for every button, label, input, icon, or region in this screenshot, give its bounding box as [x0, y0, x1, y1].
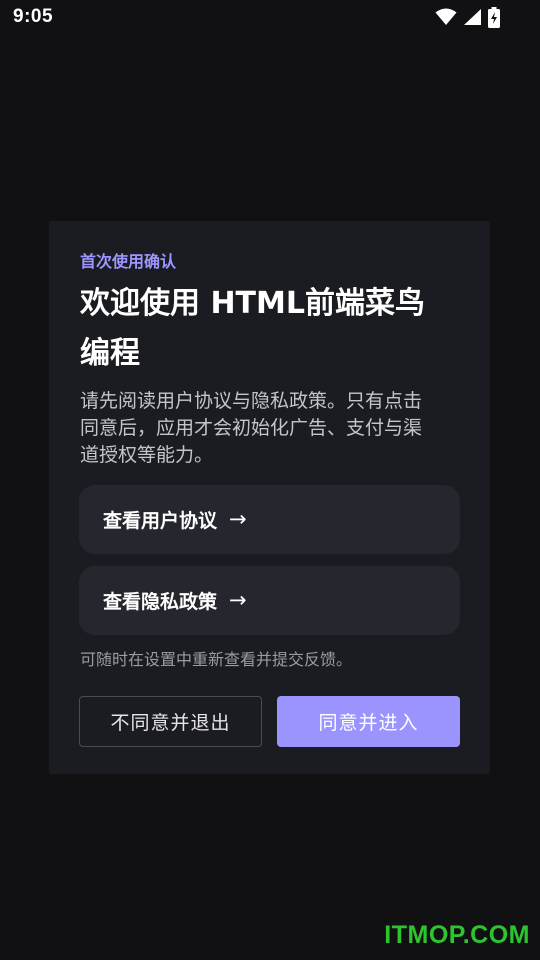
view-terms-label: 查看用户协议	[103, 510, 218, 532]
status-time: 9:05	[13, 6, 54, 27]
accept-enter-button[interactable]: 同意并进入	[277, 696, 460, 747]
dialog-title-line: 编程	[80, 336, 140, 371]
status-icons	[435, 6, 500, 28]
dialog-description: 请先阅读用户协议与隐私政策。只有点击 同意后，应用才会初始化广告、支付与渠 道授…	[80, 388, 465, 469]
wifi-icon	[435, 8, 457, 26]
settings-note: 可随时在设置中重新查看并提交反馈。	[80, 650, 353, 669]
dialog-description-line: 请先阅读用户协议与隐私政策。只有点击	[80, 390, 423, 412]
consent-dialog: 首次使用确认 欢迎使用 HTML前端菜鸟 编程 请先阅读用户协议与隐私政策。只有…	[49, 221, 490, 774]
view-privacy-label: 查看隐私政策	[103, 591, 218, 613]
battery-charging-icon	[488, 6, 500, 28]
decline-exit-button[interactable]: 不同意并退出	[79, 696, 262, 747]
arrow-right-icon: →	[229, 588, 247, 612]
cellular-signal-icon	[463, 8, 482, 26]
dialog-title: 欢迎使用 HTML前端菜鸟 编程	[80, 279, 460, 379]
site-watermark: ITMOP.COM	[384, 921, 530, 949]
dialog-title-line: 欢迎使用 HTML前端菜鸟	[80, 286, 425, 321]
app-screen: 9:05 首次使用确认 欢迎使用 HTML前端菜鸟 编程 请先阅读用户协议与隐私…	[0, 0, 540, 960]
view-privacy-button[interactable]: 查看隐私政策 →	[79, 566, 460, 635]
arrow-right-icon: →	[229, 507, 247, 531]
dialog-description-line: 同意后，应用才会初始化广告、支付与渠	[80, 417, 423, 439]
dialog-eyebrow: 首次使用确认	[80, 252, 177, 271]
dialog-description-line: 道授权等能力。	[80, 444, 214, 466]
view-terms-button[interactable]: 查看用户协议 →	[79, 485, 460, 554]
status-bar: 9:05	[0, 0, 540, 38]
